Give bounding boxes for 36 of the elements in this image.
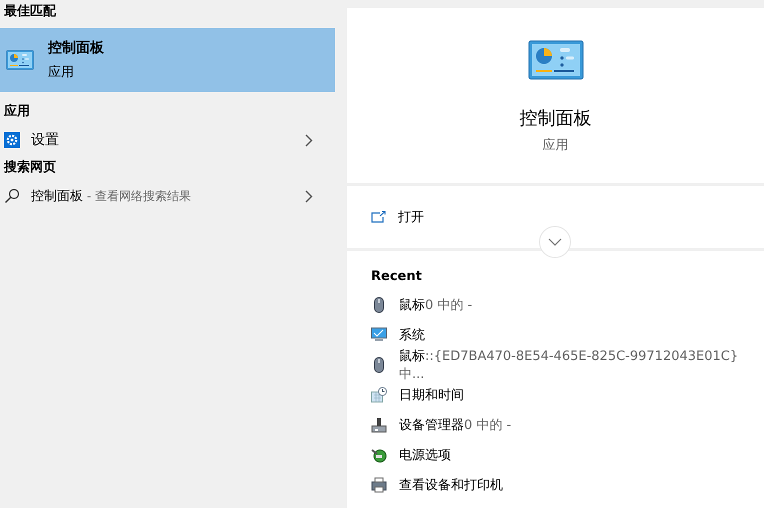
chevron-right-icon: [305, 134, 313, 146]
section-heading: 应用: [2, 102, 31, 121]
mouse-icon: [371, 297, 387, 313]
recent-heading: Recent: [371, 269, 423, 284]
result-title: 控制面板 - 查看网络搜索结果: [31, 189, 191, 204]
control-panel-icon: [528, 40, 584, 80]
result-item[interactable]: 控制面板 - 查看网络搜索结果: [0, 180, 335, 212]
printer-icon: [371, 477, 387, 493]
section-heading: 搜索网页: [2, 158, 57, 177]
recent-item[interactable]: 鼠标::{ED7BA470-8E54-465E-825C-99712043E01C} 中...: [371, 350, 740, 380]
recent-item[interactable]: 电源选项: [371, 440, 740, 470]
app-title: 控制面板: [520, 107, 592, 130]
chevron-right-icon: [305, 190, 313, 202]
result-item[interactable]: 设置: [0, 124, 335, 156]
section-heading: 最佳匹配: [3, 3, 58, 21]
open-link[interactable]: 打开: [371, 208, 424, 226]
result-item[interactable]: 控制面板 应用: [0, 28, 335, 92]
result-title: 设置: [31, 132, 59, 148]
gear-icon: [4, 132, 20, 148]
result-type: 应用: [48, 64, 75, 81]
power-plug-icon: [371, 447, 387, 463]
app-type: 应用: [542, 137, 568, 154]
recent-item[interactable]: 鼠标0 中的 -: [371, 290, 740, 320]
monitor-icon: [371, 327, 387, 343]
chevron-down-icon: [548, 238, 562, 246]
control-panel-icon: [6, 50, 34, 70]
device-icon: [371, 417, 387, 433]
recent-item[interactable]: 日期和时间: [371, 380, 740, 410]
recent-item[interactable]: 查看设备和打印机: [371, 470, 740, 500]
recent-item[interactable]: 系统: [371, 320, 740, 350]
calendar-clock-icon: [371, 387, 387, 403]
open-window-icon: [371, 211, 386, 223]
result-title: 控制面板: [48, 39, 104, 57]
search-icon: [4, 188, 20, 204]
mouse-icon: [371, 357, 387, 373]
recent-item[interactable]: 设备管理器0 中的 -: [371, 410, 740, 440]
